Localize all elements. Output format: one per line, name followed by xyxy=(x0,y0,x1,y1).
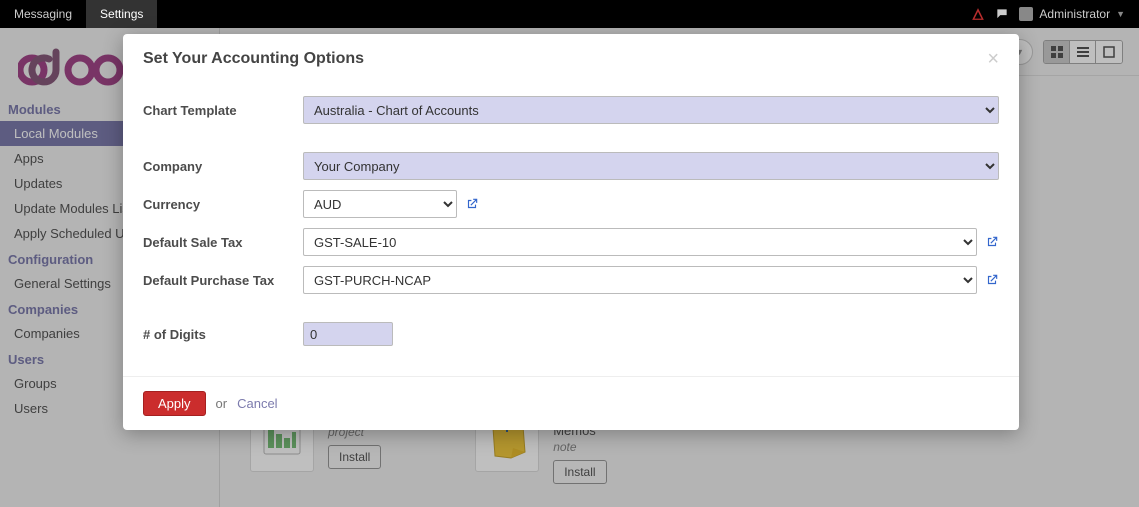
chat-icon[interactable] xyxy=(995,7,1009,21)
or-text: or xyxy=(216,396,228,411)
top-menu-bar: Messaging Settings Administrator ▼ xyxy=(0,0,1139,28)
top-tab-settings[interactable]: Settings xyxy=(86,0,157,28)
warning-icon[interactable] xyxy=(971,7,985,21)
accounting-options-modal: Set Your Accounting Options × Chart Temp… xyxy=(123,34,1019,430)
avatar-icon xyxy=(1019,7,1033,21)
label-purchase-tax: Default Purchase Tax xyxy=(143,273,303,288)
sale-tax-select[interactable]: GST-SALE-10 xyxy=(303,228,977,256)
purchase-tax-select[interactable]: GST-PURCH-NCAP xyxy=(303,266,977,294)
label-digits: # of Digits xyxy=(143,327,303,342)
top-tab-messaging[interactable]: Messaging xyxy=(0,0,86,28)
close-icon[interactable]: × xyxy=(987,52,999,66)
user-name: Administrator xyxy=(1039,7,1110,21)
caret-down-icon: ▼ xyxy=(1116,9,1125,19)
apply-button[interactable]: Apply xyxy=(143,391,206,416)
open-purchase-tax-icon[interactable] xyxy=(985,273,999,287)
company-select[interactable]: Your Company xyxy=(303,152,999,180)
label-currency: Currency xyxy=(143,197,303,212)
modal-title: Set Your Accounting Options xyxy=(143,50,364,68)
currency-select[interactable]: AUD xyxy=(303,190,457,218)
chart-template-select[interactable]: Australia - Chart of Accounts xyxy=(303,96,999,124)
label-company: Company xyxy=(143,159,303,174)
open-sale-tax-icon[interactable] xyxy=(985,235,999,249)
user-menu[interactable]: Administrator ▼ xyxy=(1019,7,1125,21)
label-chart-template: Chart Template xyxy=(143,103,303,118)
label-sale-tax: Default Sale Tax xyxy=(143,235,303,250)
open-currency-icon[interactable] xyxy=(465,197,479,211)
cancel-link[interactable]: Cancel xyxy=(237,396,277,411)
digits-input[interactable] xyxy=(303,322,393,346)
